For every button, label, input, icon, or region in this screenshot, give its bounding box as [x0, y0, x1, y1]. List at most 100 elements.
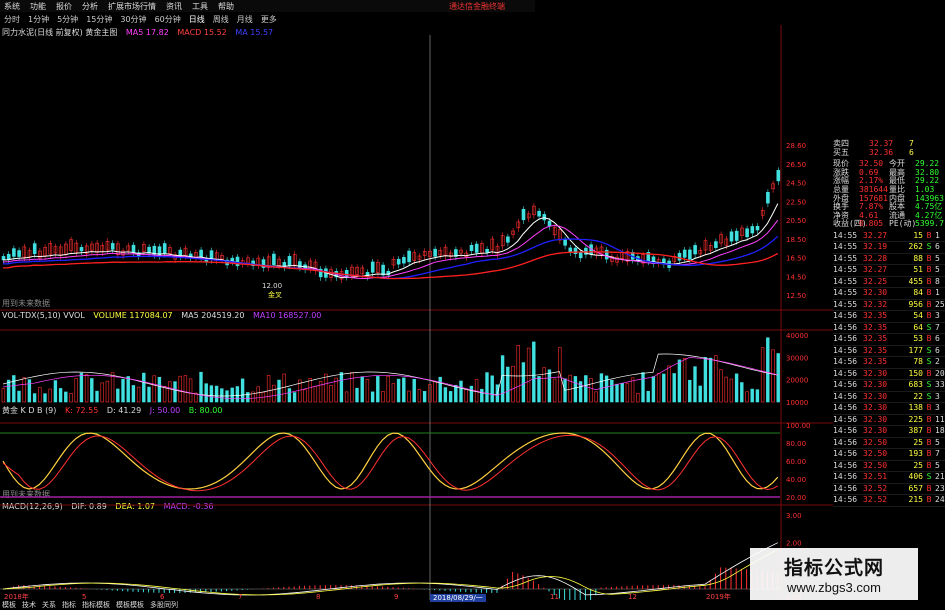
- trade-volume: 657: [908, 483, 923, 493]
- trade-count: 5: [935, 460, 940, 470]
- trade-time: 14:56: [833, 322, 858, 332]
- volume-bar: [74, 378, 78, 403]
- trade-volume: 78: [913, 357, 923, 367]
- candle-body: [521, 208, 526, 221]
- menu-item-5[interactable]: 资讯: [166, 1, 182, 12]
- trade-count: 6: [935, 334, 940, 344]
- candle-body: [568, 247, 573, 253]
- bottom-tab-3[interactable]: 指标: [62, 600, 76, 610]
- volume-bars: [1, 337, 780, 403]
- trade-price: 32.35: [863, 345, 888, 355]
- period-tab-0[interactable]: 分时: [4, 14, 20, 25]
- trade-price: 32.50: [863, 460, 888, 470]
- volume-bar: [90, 378, 94, 403]
- period-tab-5[interactable]: 60分钟: [155, 14, 181, 25]
- volume-bar: [693, 366, 697, 403]
- trade-count: 24: [935, 495, 945, 505]
- menu-item-4[interactable]: 扩展市场行情: [108, 1, 156, 12]
- volume-bar: [526, 347, 531, 403]
- volume-bar: [355, 387, 359, 403]
- bottom-tab-2[interactable]: 关系: [42, 600, 56, 610]
- trade-time: 14:56: [833, 380, 858, 390]
- candle-body: [755, 225, 760, 231]
- bottom-tab-6[interactable]: 多股同列: [150, 600, 178, 610]
- volume-bar: [714, 355, 718, 403]
- kdj-axis-label: 80.00: [786, 440, 806, 448]
- volume-bar: [454, 384, 458, 403]
- period-tab-6[interactable]: 日线: [189, 14, 205, 25]
- trade-count: 3: [935, 391, 940, 401]
- trade-side: S: [926, 345, 932, 355]
- trade-side: B: [926, 288, 932, 298]
- price-axis-label: 14.50: [786, 273, 806, 281]
- bottom-tab-1[interactable]: 技术: [22, 600, 36, 610]
- top-blank: [535, 0, 945, 14]
- volume-bar: [703, 357, 708, 403]
- kdj-axis-label: 100.00: [786, 422, 811, 430]
- volume-bar: [630, 377, 635, 403]
- trade-volume: 956: [908, 299, 923, 309]
- ma-line-red: [2, 251, 779, 280]
- volume-bar: [220, 388, 224, 403]
- menu-item-1[interactable]: 功能: [30, 1, 46, 12]
- period-tab-1[interactable]: 1分钟: [28, 14, 49, 25]
- trade-volume: 177: [908, 345, 923, 355]
- period-tab-9[interactable]: 更多: [261, 14, 277, 25]
- bottom-tab-0[interactable]: 模板: [2, 600, 16, 610]
- price-axis-label: 20.50: [786, 217, 806, 225]
- trade-side: B: [926, 311, 932, 321]
- volume-bar: [277, 379, 281, 403]
- trade-time: 14:56: [833, 449, 858, 459]
- candle-body: [131, 244, 136, 253]
- volume-bar: [558, 347, 562, 403]
- menu-item-3[interactable]: 分析: [82, 1, 98, 12]
- menu-item-2[interactable]: 报价: [56, 1, 72, 12]
- period-tab-2[interactable]: 5分钟: [57, 14, 78, 25]
- stat-label: 收益(四): [833, 219, 867, 229]
- trade-volume: 64: [913, 322, 923, 332]
- volume-bar: [610, 380, 614, 403]
- candle-body: [542, 214, 547, 221]
- period-tab-3[interactable]: 15分钟: [86, 14, 112, 25]
- volume-bar: [682, 358, 687, 403]
- volume-bar: [485, 372, 489, 403]
- period-tab-7[interactable]: 周线: [213, 14, 229, 25]
- volume-bar: [79, 372, 84, 403]
- bottom-tabs: 模板 技术 关系 指标 指标模板 模板模板 多股同列: [0, 600, 750, 609]
- volume-bar: [100, 382, 104, 403]
- trade-side: B: [926, 495, 932, 505]
- volume-bar: [329, 384, 333, 403]
- candle-body: [407, 250, 411, 263]
- kdj-axis-label: 60.00: [786, 458, 806, 466]
- candle-body: [745, 228, 749, 238]
- volume-bar: [292, 392, 297, 403]
- bottom-tab-4[interactable]: 指标模板: [82, 600, 110, 610]
- period-tab-8[interactable]: 月线: [237, 14, 253, 25]
- trade-side: B: [926, 230, 932, 240]
- kline-chart-area[interactable]: 12.00金叉 28.60 26.50 24.50 22.50 20.50 18.50 16.…: [0, 25, 833, 600]
- volume-bar: [729, 378, 734, 403]
- trade-price: 32.52: [863, 483, 888, 493]
- volume-bar: [589, 378, 593, 403]
- volume-bar: [17, 390, 21, 403]
- volume-bar: [646, 390, 650, 403]
- trade-price: 32.30: [863, 391, 888, 401]
- menu-item-6[interactable]: 工具: [192, 1, 208, 12]
- trade-count: 33: [935, 380, 945, 390]
- macd-axis-label: 2.00: [786, 539, 802, 547]
- trade-row: 14:56 32.30 225 B 11: [833, 415, 945, 427]
- volume-bar: [162, 386, 167, 403]
- period-tab-4[interactable]: 30分钟: [120, 14, 146, 25]
- volume-bar: [750, 388, 754, 403]
- volume-bar: [625, 383, 630, 403]
- trade-time: 14:56: [833, 345, 858, 355]
- volume-bar: [469, 385, 474, 403]
- bottom-tab-5[interactable]: 模板模板: [116, 600, 144, 610]
- trade-price: 32.30: [863, 403, 888, 413]
- candle-body: [474, 243, 479, 253]
- trade-price: 32.30: [863, 368, 888, 378]
- menu-item-7[interactable]: 帮助: [218, 1, 234, 12]
- menu-item-0[interactable]: 系统: [4, 1, 20, 12]
- trade-side: B: [926, 483, 932, 493]
- volume-bar: [573, 376, 578, 403]
